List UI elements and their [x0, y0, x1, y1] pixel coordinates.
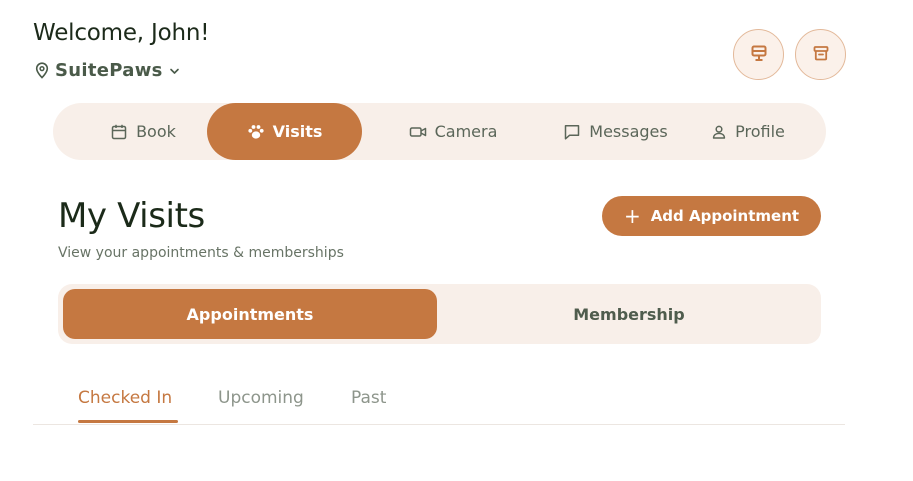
- add-appointment-label: Add Appointment: [650, 207, 800, 225]
- nav-camera[interactable]: Camera: [373, 103, 533, 160]
- message-icon: [563, 123, 581, 141]
- calendar-icon: [110, 123, 128, 141]
- tab-past[interactable]: Past: [351, 372, 386, 424]
- segment-appointments[interactable]: Appointments: [63, 289, 437, 339]
- kiosk-button[interactable]: [733, 29, 784, 80]
- nav-camera-label: Camera: [434, 122, 498, 141]
- page-title: My Visits: [58, 196, 205, 236]
- active-tab-indicator: [78, 420, 178, 423]
- welcome-heading: Welcome, John!: [33, 20, 210, 46]
- add-appointment-button[interactable]: + Add Appointment: [602, 196, 821, 236]
- plus-icon: +: [623, 204, 641, 228]
- nav-visits[interactable]: Visits: [207, 103, 362, 160]
- kiosk-icon: [750, 44, 768, 66]
- location-name: SuitePaws: [55, 60, 163, 81]
- video-icon: [409, 125, 427, 139]
- map-pin-icon: [35, 62, 49, 79]
- visits-tabs: Checked In Upcoming Past: [33, 372, 845, 425]
- segment-membership[interactable]: Membership: [443, 289, 815, 339]
- nav-messages[interactable]: Messages: [528, 103, 703, 160]
- chevron-down-icon: [169, 67, 180, 75]
- location-selector[interactable]: SuitePaws: [35, 60, 180, 81]
- archive-icon: [812, 44, 830, 66]
- tab-checked-in[interactable]: Checked In: [78, 372, 172, 424]
- archive-button[interactable]: [795, 29, 846, 80]
- paw-icon: [247, 124, 265, 140]
- nav-book[interactable]: Book: [73, 103, 213, 160]
- segmented-control: Appointments Membership: [58, 284, 821, 344]
- user-icon: [711, 124, 727, 140]
- nav-book-label: Book: [136, 122, 176, 141]
- nav-messages-label: Messages: [589, 122, 668, 141]
- page-subtitle: View your appointments & memberships: [58, 245, 344, 261]
- main-nav: Book Visits Camera Messages Profile: [53, 103, 826, 160]
- nav-visits-label: Visits: [272, 122, 323, 141]
- nav-profile-label: Profile: [735, 122, 785, 141]
- tab-upcoming[interactable]: Upcoming: [218, 372, 304, 424]
- nav-profile[interactable]: Profile: [693, 103, 803, 160]
